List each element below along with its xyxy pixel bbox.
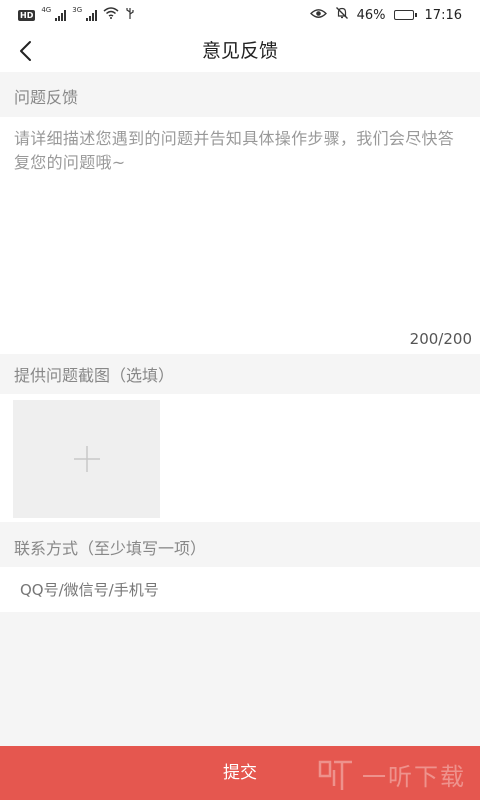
hd-icon: HD (18, 9, 36, 21)
page-title: 意见反馈 (201, 40, 278, 62)
chevron-left-icon (20, 41, 31, 61)
network-type-label: 4G (41, 6, 52, 14)
eye-icon (309, 8, 327, 23)
screenshot-upload-area (0, 394, 480, 522)
plus-icon (73, 446, 100, 472)
add-screenshot-button[interactable] (13, 400, 160, 518)
status-bar-right: 46% 17:16 (309, 6, 462, 24)
watermark-logo-icon (316, 754, 356, 794)
mute-bell-icon (335, 6, 349, 24)
feedback-section-label: 问题反馈 (14, 88, 79, 107)
signal-icon (86, 9, 98, 21)
feedback-textarea[interactable]: 请详细描述您遇到的问题并告知具体操作步骤，我们会尽快答复您的问题哦~ 200/2… (0, 117, 480, 354)
status-bar: HD 4G 3G 46% 17:16 (0, 0, 480, 30)
watermark-text: 一听下载 (362, 762, 466, 791)
wifi-icon (103, 7, 119, 23)
nav-bar: 意见反馈 (0, 30, 480, 72)
back-button[interactable] (8, 34, 44, 68)
contact-section-label: 联系方式（至少填写一项） (14, 539, 207, 558)
battery-icon (393, 10, 417, 20)
feedback-placeholder: 请详细描述您遇到的问题并告知具体操作步骤，我们会尽快答复您的问题哦~ (14, 129, 455, 172)
usb-icon (125, 7, 135, 24)
signal-icon (55, 9, 67, 21)
network-type-label: 3G (72, 6, 83, 14)
screenshot-section-label: 提供问题截图（选填） (14, 366, 175, 385)
char-counter: 200/200 (409, 330, 472, 348)
contact-input[interactable] (20, 567, 460, 612)
watermark: 一听下载 (316, 752, 466, 796)
contact-field-container (0, 567, 480, 612)
clock: 17:16 (424, 7, 462, 23)
status-bar-left: HD 4G 3G (18, 6, 135, 24)
battery-percent: 46% (356, 7, 386, 23)
